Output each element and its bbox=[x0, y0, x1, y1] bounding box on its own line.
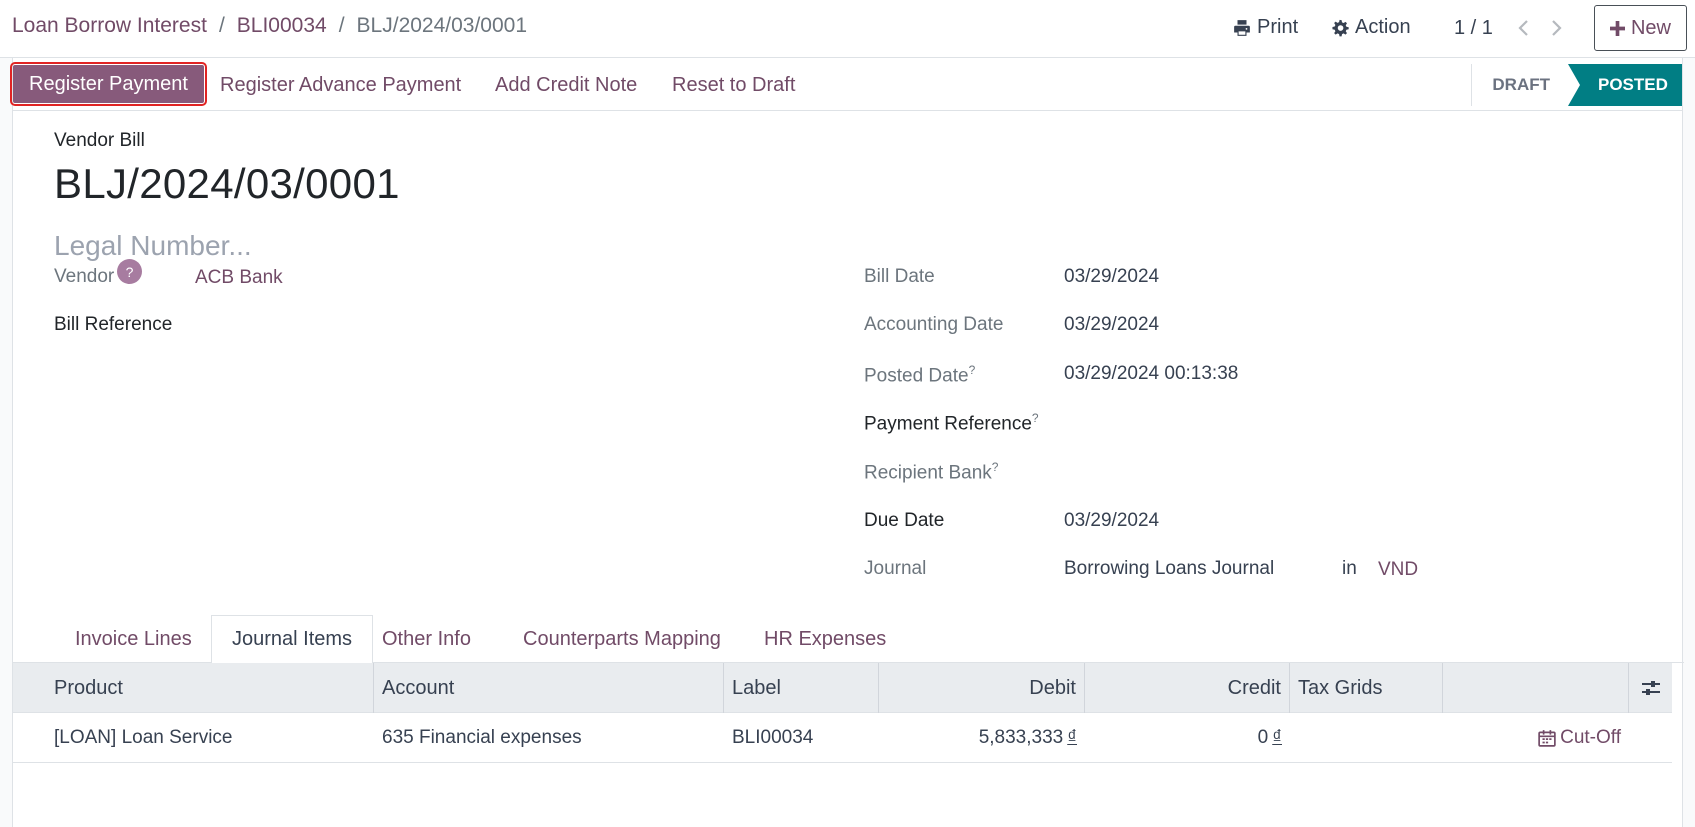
document-type: Vendor Bill bbox=[54, 130, 145, 151]
payment-reference-help-icon[interactable]: ? bbox=[1032, 411, 1039, 425]
accounting-date-label: Accounting Date bbox=[864, 314, 1004, 335]
due-date-label: Due Date bbox=[864, 510, 945, 531]
printer-icon bbox=[1234, 19, 1250, 36]
credit-currency-symbol: ₫ bbox=[1272, 727, 1282, 748]
cut-off-button[interactable]: Cut-Off bbox=[1443, 713, 1629, 763]
legal-number-field[interactable]: Legal Number... bbox=[54, 230, 252, 262]
column-header-tax-grids[interactable]: Tax Grids bbox=[1290, 663, 1443, 713]
tab-invoice-lines[interactable]: Invoice Lines bbox=[55, 615, 212, 664]
cut-off-label: Cut-Off bbox=[1560, 727, 1621, 748]
print-label: Print bbox=[1257, 16, 1299, 38]
table-row[interactable]: [LOAN] Loan Service 635 Financial expens… bbox=[13, 713, 1672, 763]
debit-amount: 5,833,333 bbox=[978, 727, 1064, 748]
payment-reference-label: Payment Reference? bbox=[864, 411, 1039, 435]
recipient-bank-help-icon[interactable]: ? bbox=[992, 460, 999, 474]
column-header-actions bbox=[1443, 663, 1629, 713]
new-button[interactable]: New bbox=[1594, 5, 1687, 51]
control-panel: Loan Borrow Interest / BLI00034 / BLJ/20… bbox=[0, 0, 1695, 58]
document-title: BLJ/2024/03/0001 bbox=[54, 160, 400, 207]
optional-columns-toggle[interactable] bbox=[1629, 663, 1672, 713]
posted-date-label: Posted Date? bbox=[864, 363, 975, 387]
status-stages: DRAFT POSTED bbox=[1471, 64, 1682, 106]
cell-product: [LOAN] Loan Service bbox=[54, 727, 233, 748]
cell-credit: 0 ₫ bbox=[1085, 713, 1290, 763]
breadcrumb-separator: / bbox=[338, 14, 345, 37]
posted-date-help-icon[interactable]: ? bbox=[969, 363, 976, 377]
column-header-debit[interactable]: Debit bbox=[879, 663, 1085, 713]
breadcrumb-current: BLJ/2024/03/0001 bbox=[356, 14, 528, 37]
bill-date-label: Bill Date bbox=[864, 266, 935, 287]
journal-in-text: in bbox=[1342, 558, 1357, 579]
reset-to-draft-button[interactable]: Reset to Draft bbox=[672, 74, 795, 97]
register-payment-button[interactable]: Register Payment bbox=[10, 62, 207, 106]
debit-currency-symbol: ₫ bbox=[1067, 727, 1077, 748]
chevron-right-icon bbox=[1552, 20, 1562, 36]
tab-counterparts-mapping[interactable]: Counterparts Mapping bbox=[503, 615, 741, 664]
register-advance-payment-button[interactable]: Register Advance Payment bbox=[220, 74, 461, 97]
breadcrumb-loan-borrow-interest[interactable]: Loan Borrow Interest bbox=[12, 14, 207, 38]
vendor-help-icon[interactable]: ? bbox=[117, 259, 142, 284]
breadcrumb-bli-record[interactable]: BLI00034 bbox=[237, 14, 327, 38]
print-button[interactable]: Print bbox=[1233, 16, 1298, 39]
journal-label: Journal bbox=[864, 558, 927, 579]
column-header-account[interactable]: Account bbox=[374, 663, 724, 713]
tab-hr-expenses[interactable]: HR Expenses bbox=[744, 615, 906, 664]
chevron-left-icon bbox=[1518, 20, 1528, 36]
gear-icon bbox=[1332, 19, 1349, 36]
form-sheet: Vendor Bill BLJ/2024/03/0001 Legal Numbe… bbox=[12, 111, 1684, 827]
bill-reference-label: Bill Reference bbox=[54, 314, 173, 335]
due-date-value[interactable]: 03/29/2024 bbox=[1064, 510, 1159, 532]
action-button[interactable]: Action bbox=[1331, 16, 1411, 39]
credit-amount: 0 bbox=[1257, 727, 1269, 748]
action-label: Action bbox=[1355, 16, 1411, 38]
stage-draft[interactable]: DRAFT bbox=[1471, 64, 1568, 106]
journal-currency-value[interactable]: VND bbox=[1378, 559, 1418, 581]
new-label: New bbox=[1630, 16, 1671, 39]
notebook-tabs: Invoice Lines Journal Items Other Info C… bbox=[13, 615, 1684, 664]
breadcrumb-separator: / bbox=[218, 14, 225, 37]
cell-debit: 5,833,333 ₫ bbox=[879, 713, 1085, 763]
posted-date-label-text: Posted Date bbox=[864, 365, 969, 387]
column-header-credit[interactable]: Credit bbox=[1085, 663, 1290, 713]
tab-other-info[interactable]: Other Info bbox=[362, 615, 491, 664]
pager-value[interactable]: 1 / 1 bbox=[1454, 17, 1493, 40]
pager-previous-button[interactable] bbox=[1513, 15, 1535, 41]
cell-account: 635 Financial expenses bbox=[382, 727, 582, 748]
journal-value[interactable]: Borrowing Loans Journal bbox=[1064, 558, 1274, 580]
column-header-label[interactable]: Label bbox=[724, 663, 879, 713]
add-credit-note-button[interactable]: Add Credit Note bbox=[495, 74, 637, 97]
calendar-icon bbox=[1538, 730, 1556, 747]
pager-next-button[interactable] bbox=[1545, 15, 1567, 41]
stage-posted[interactable]: POSTED bbox=[1568, 64, 1682, 106]
breadcrumb: Loan Borrow Interest / BLI00034 / BLJ/20… bbox=[12, 14, 527, 38]
accounting-date-value[interactable]: 03/29/2024 bbox=[1064, 314, 1159, 336]
tab-journal-items[interactable]: Journal Items bbox=[211, 615, 374, 664]
recipient-bank-label-text: Recipient Bank bbox=[864, 462, 992, 484]
column-header-product[interactable]: Product bbox=[13, 663, 374, 713]
statusbar: Register Payment Register Advance Paymen… bbox=[10, 58, 1683, 111]
cell-label: BLI00034 bbox=[732, 727, 814, 748]
plus-icon bbox=[1609, 20, 1625, 36]
sliders-icon bbox=[1641, 681, 1660, 695]
table-header: Product Account Label Debit Credit Tax G… bbox=[13, 663, 1672, 713]
vendor-label: Vendor bbox=[54, 266, 115, 287]
vendor-value[interactable]: ACB Bank bbox=[195, 267, 283, 289]
journal-items-table: Product Account Label Debit Credit Tax G… bbox=[13, 663, 1672, 763]
recipient-bank-label: Recipient Bank? bbox=[864, 460, 998, 484]
posted-date-value: 03/29/2024 00:13:38 bbox=[1064, 363, 1239, 384]
bill-date-value[interactable]: 03/29/2024 bbox=[1064, 266, 1159, 288]
payment-reference-label-text: Payment Reference bbox=[864, 413, 1032, 435]
